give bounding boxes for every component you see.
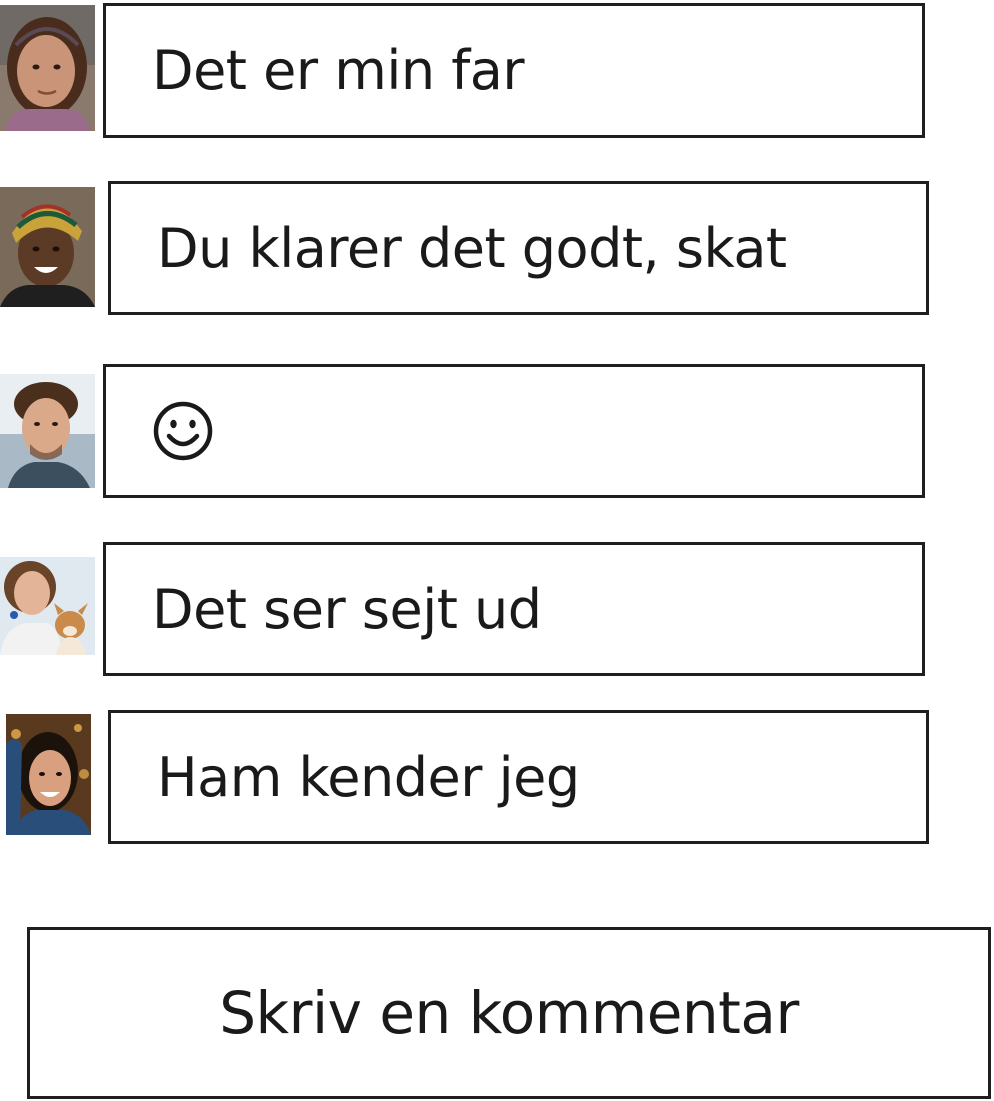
comment-box[interactable]: Det er min far: [103, 3, 925, 138]
comment-box[interactable]: [103, 364, 925, 498]
comment-text: Du klarer det godt, skat: [157, 216, 787, 280]
young-man-avatar-icon: [0, 374, 95, 488]
girl-avatar-icon: [0, 5, 95, 131]
woman-with-dog-avatar-icon: [0, 557, 95, 655]
avatar[interactable]: [0, 374, 95, 488]
avatar[interactable]: [0, 5, 95, 131]
comment-text: Det ser sejt ud: [152, 577, 542, 641]
smiley-icon: [153, 401, 213, 461]
avatar[interactable]: [6, 714, 91, 835]
comment-box[interactable]: Ham kender jeg: [108, 710, 929, 844]
comment-box[interactable]: Det ser sejt ud: [103, 542, 925, 676]
smiling-woman-avatar-icon: [6, 714, 91, 835]
comment-text: Det er min far: [152, 39, 525, 102]
comment-box[interactable]: Du klarer det godt, skat: [108, 181, 929, 315]
comment-text: Ham kender jeg: [157, 745, 580, 809]
avatar[interactable]: [0, 557, 95, 655]
woman-headwrap-avatar-icon: [0, 187, 95, 307]
comment-input-placeholder: Skriv en kommentar: [219, 979, 799, 1047]
avatar[interactable]: [0, 187, 95, 307]
comment-input[interactable]: Skriv en kommentar: [27, 927, 991, 1099]
